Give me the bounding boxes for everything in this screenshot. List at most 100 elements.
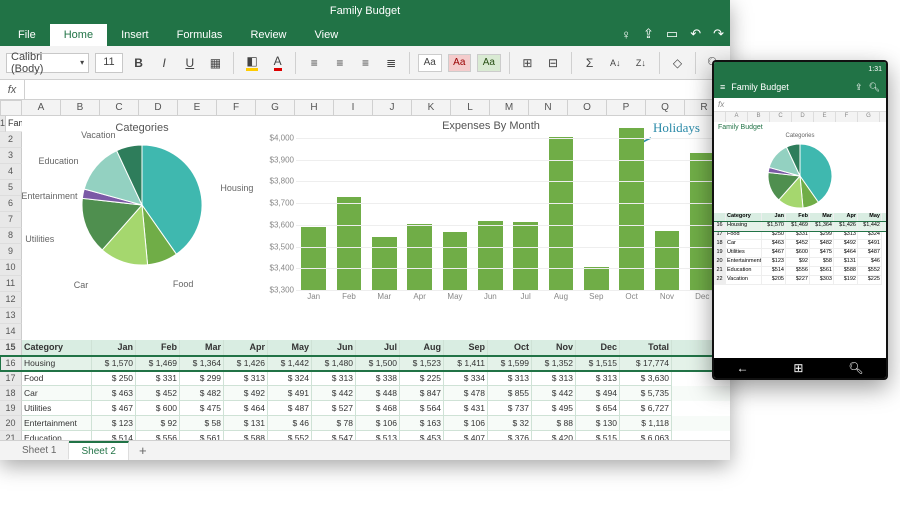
border-button[interactable]: ▦: [206, 53, 226, 73]
bar[interactable]: [619, 128, 644, 290]
sheet-tab[interactable]: Sheet 2: [69, 441, 128, 460]
table-row[interactable]: 19Utilities$ 467$ 600$ 475$ 464$ 487$ 52…: [0, 401, 730, 416]
bar-chart[interactable]: Expenses By Month Holidays $3,300$3,400$…: [262, 116, 730, 340]
phone-status-bar: 1:31: [714, 62, 886, 76]
column-header[interactable]: A: [22, 100, 61, 116]
bar[interactable]: [478, 221, 503, 290]
table-row[interactable]: 21Education$ 514$ 556$ 561$ 588$ 552$ 54…: [0, 431, 730, 440]
book-icon[interactable]: ▭: [666, 26, 678, 42]
column-header[interactable]: O: [568, 100, 607, 116]
fx-label: fx: [0, 84, 24, 96]
align-center-button[interactable]: ≡: [330, 53, 350, 73]
excel-window: Family Budget FileHomeInsertFormulasRevi…: [0, 0, 730, 460]
sort-asc-button[interactable]: A↓: [605, 53, 625, 73]
formula-bar: fx: [0, 80, 730, 100]
delete-cells-button[interactable]: ⊟: [543, 53, 563, 73]
autosum-button[interactable]: Σ: [580, 53, 600, 73]
cell-style-1[interactable]: Aa: [418, 54, 442, 72]
font-size[interactable]: 11: [95, 53, 123, 73]
underline-button[interactable]: U: [180, 53, 200, 73]
tab-review[interactable]: Review: [236, 24, 300, 46]
tab-view[interactable]: View: [301, 24, 353, 46]
redo-icon[interactable]: ↷: [713, 26, 724, 42]
align-right-button[interactable]: ≡: [356, 53, 376, 73]
bar[interactable]: [301, 227, 326, 290]
sheet-tab[interactable]: Sheet 1: [10, 442, 69, 459]
pie-legend-label: Car: [74, 280, 89, 290]
ink-annotation: Holidays: [653, 120, 700, 136]
select-all-corner[interactable]: [0, 100, 22, 116]
hamburger-icon[interactable]: ≡: [720, 82, 725, 92]
ribbon-tabs: FileHomeInsertFormulasReviewView ♀ ⇪ ▭ ↶…: [0, 22, 730, 46]
column-header[interactable]: L: [451, 100, 490, 116]
phone-formula-bar[interactable]: fx: [714, 98, 886, 112]
pie-legend-label: Housing: [220, 183, 253, 193]
share-icon[interactable]: ⇪: [855, 82, 863, 93]
column-header[interactable]: J: [373, 100, 412, 116]
share-icon[interactable]: ⇪: [643, 26, 654, 42]
bar[interactable]: [407, 224, 432, 290]
pie-legend-label: Vacation: [81, 130, 115, 140]
table-row[interactable]: 17Food$ 250$ 331$ 299$ 313$ 324$ 313$ 33…: [0, 371, 730, 386]
bar[interactable]: [337, 197, 362, 290]
tab-formulas[interactable]: Formulas: [163, 24, 237, 46]
column-header[interactable]: P: [607, 100, 646, 116]
cell-style-2[interactable]: Aa: [448, 54, 472, 72]
pie-legend-label: Utilities: [25, 234, 54, 244]
pie-legend-label: Food: [173, 279, 194, 289]
sort-desc-button[interactable]: Z↓: [631, 53, 651, 73]
home-icon[interactable]: ⊞: [793, 361, 803, 375]
column-header[interactable]: N: [529, 100, 568, 116]
bar[interactable]: [584, 267, 609, 290]
font-color-button[interactable]: A: [268, 53, 288, 73]
fill-color-button[interactable]: ◧: [242, 53, 262, 73]
bar[interactable]: [513, 222, 538, 290]
undo-icon[interactable]: ↶: [690, 26, 701, 42]
align-top-button[interactable]: ≣: [381, 53, 401, 73]
column-header[interactable]: B: [61, 100, 100, 116]
data-table[interactable]: 15CategoryJanFebMarAprMayJunJulAugSepOct…: [0, 340, 730, 440]
search-nav-icon[interactable]: 🔍︎: [848, 361, 863, 375]
pie-title: Categories: [22, 122, 262, 134]
pie-chart[interactable]: Categories Housing Food Car Utilities Entert…: [22, 116, 262, 340]
table-row[interactable]: 16Housing$ 1,570$ 1,469$ 1,364$ 1,426$ 1…: [0, 356, 730, 371]
clear-button[interactable]: ◇: [668, 53, 688, 73]
titlebar-actions: ♀ ⇪ ▭ ↶ ↷: [621, 22, 724, 46]
column-header[interactable]: C: [100, 100, 139, 116]
insert-cells-button[interactable]: ⊞: [518, 53, 538, 73]
bar[interactable]: [443, 232, 468, 290]
search-icon[interactable]: 🔍︎: [869, 82, 880, 93]
column-header[interactable]: D: [139, 100, 178, 116]
bar[interactable]: [372, 237, 397, 290]
title-bar: Family Budget: [0, 0, 730, 22]
table-row[interactable]: 20Entertainment$ 123$ 92$ 58$ 131$ 46$ 7…: [0, 416, 730, 431]
bar[interactable]: [690, 153, 715, 290]
spreadsheet-grid[interactable]: ABCDEFGHIJKLMNOPQR 1Family Budget2345678…: [0, 100, 730, 440]
column-header[interactable]: H: [295, 100, 334, 116]
tab-home[interactable]: Home: [50, 24, 107, 46]
tab-file[interactable]: File: [4, 24, 50, 46]
pie-legend-label: Entertainment: [21, 191, 77, 201]
font-selector[interactable]: Calibri (Body)▾: [6, 53, 89, 73]
tell-me-icon[interactable]: ♀: [621, 27, 631, 42]
add-sheet-button[interactable]: +: [129, 443, 157, 458]
column-header[interactable]: I: [334, 100, 373, 116]
phone-title: Family Budget: [731, 82, 789, 92]
bar[interactable]: [655, 231, 680, 290]
bold-button[interactable]: B: [129, 53, 149, 73]
italic-button[interactable]: I: [154, 53, 174, 73]
column-header[interactable]: F: [217, 100, 256, 116]
column-header[interactable]: M: [490, 100, 529, 116]
tab-insert[interactable]: Insert: [107, 24, 163, 46]
formula-input[interactable]: [24, 80, 730, 99]
table-row[interactable]: 18Car$ 463$ 452$ 482$ 492$ 491$ 442$ 448…: [0, 386, 730, 401]
align-left-button[interactable]: ≡: [304, 53, 324, 73]
column-header[interactable]: K: [412, 100, 451, 116]
column-header[interactable]: Q: [646, 100, 685, 116]
ribbon: Calibri (Body)▾ 11 B I U ▦ ◧ A ≡ ≡ ≡ ≣ A…: [0, 46, 730, 80]
column-header[interactable]: E: [178, 100, 217, 116]
cell-style-3[interactable]: Aa: [477, 54, 501, 72]
phone-mockup: 1:31 ≡ Family Budget ⇪ 🔍︎ fx ABCDEFG Fam…: [712, 60, 888, 380]
column-header[interactable]: G: [256, 100, 295, 116]
back-icon[interactable]: ←: [736, 361, 748, 375]
